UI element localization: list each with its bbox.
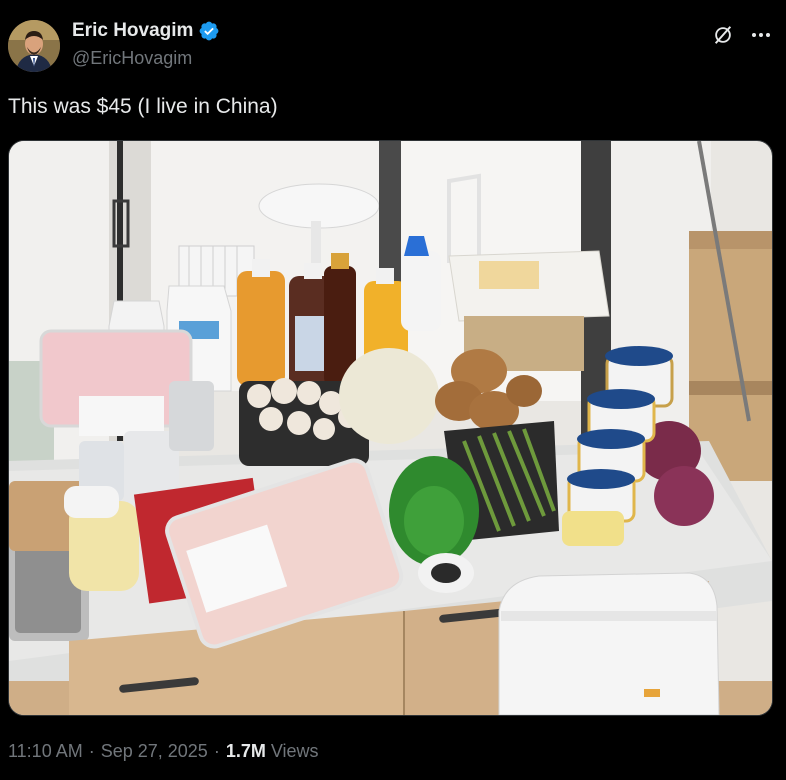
views-label: Views — [270, 741, 319, 761]
meta-separator: · — [88, 741, 95, 761]
photo-groceries-on-counter — [9, 141, 772, 715]
more-options-button[interactable] — [746, 20, 776, 50]
tweet-header: Eric Hovagim @EricHovagim — [0, 0, 786, 86]
verified-badge-icon — [198, 20, 220, 42]
views-count: 1.7M — [225, 741, 266, 761]
avatar[interactable] — [8, 20, 60, 72]
tweet-text: This was $45 (I live in China) — [8, 95, 278, 118]
grok-button[interactable] — [708, 20, 738, 50]
tweet-date[interactable]: Sep 27, 2025 — [101, 741, 208, 762]
author-name[interactable]: Eric Hovagim — [72, 20, 193, 42]
tweet-time[interactable]: 11:10 AM — [8, 741, 83, 762]
grok-icon — [714, 26, 732, 44]
meta-separator-2: · — [213, 741, 220, 761]
tweet-meta: 11:10 AM · Sep 27, 2025 · 1.7M Views — [8, 741, 319, 762]
author-handle[interactable]: @EricHovagim — [72, 48, 192, 69]
tweet-photo[interactable] — [8, 140, 773, 716]
more-icon — [752, 33, 770, 37]
